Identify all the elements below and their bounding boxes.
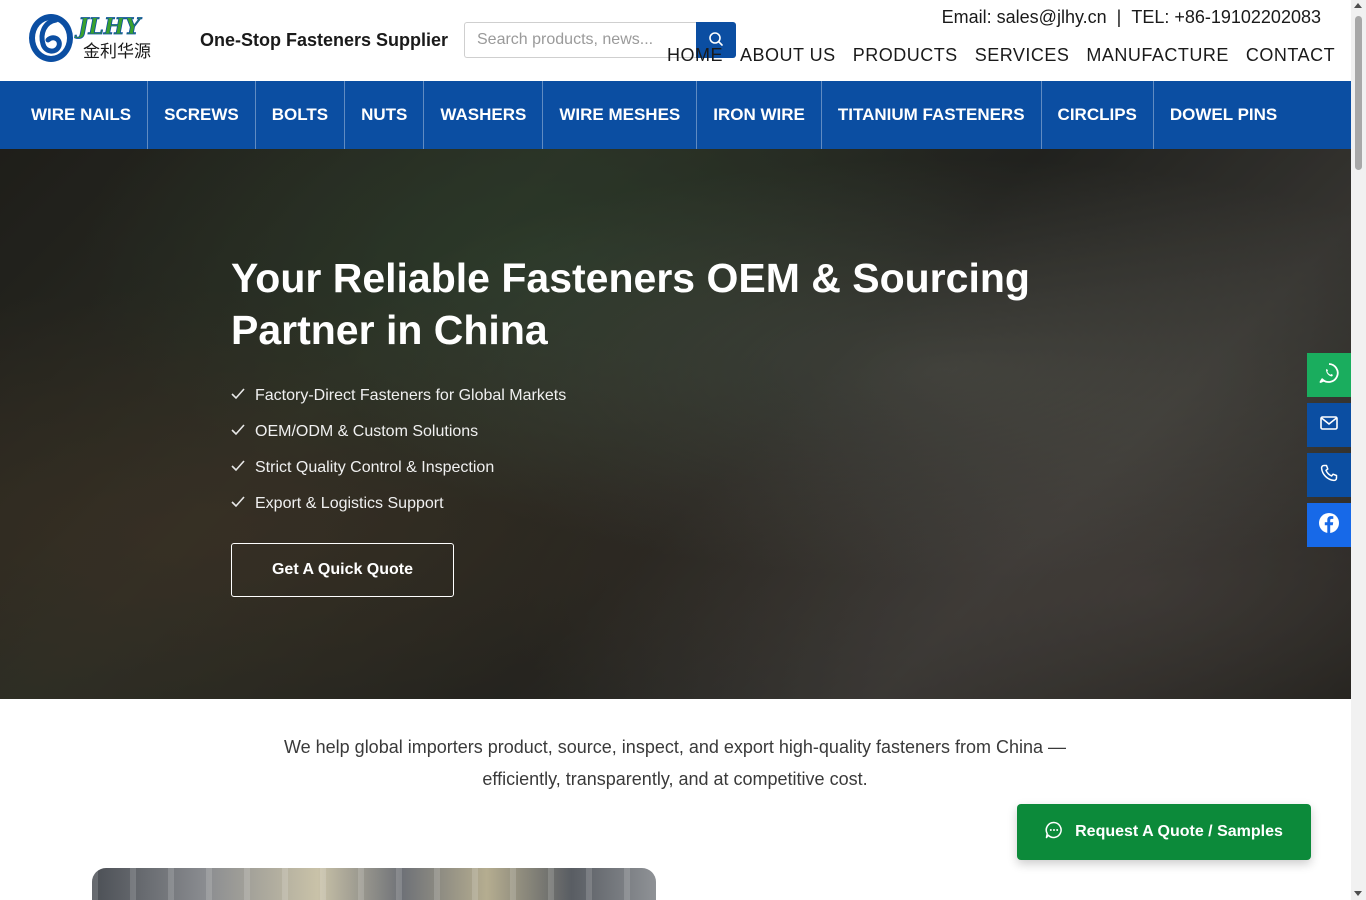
category-titanium-fasteners[interactable]: TITANIUM FASTENERS	[822, 81, 1042, 149]
hero-feature-text: Export & Logistics Support	[255, 495, 444, 512]
hero-feature-text: Factory-Direct Fasteners for Global Mark…	[255, 387, 567, 404]
category-dowel-pins[interactable]: DOWEL PINS	[1154, 81, 1293, 149]
intro-text: We help global importers product, source…	[283, 737, 1067, 789]
hero-title: Your Reliable Fasteners OEM & Sourcing P…	[231, 255, 1030, 353]
check-icon	[231, 423, 255, 441]
hero-overlay	[0, 149, 1351, 699]
nav-manufacture[interactable]: MANUFACTURE	[1086, 45, 1229, 66]
nav-contact[interactable]: CONTACT	[1246, 45, 1335, 66]
request-quote-label: Request A Quote / Samples	[1075, 823, 1283, 840]
hero-feature-item: OEM/ODM & Custom Solutions	[231, 414, 566, 450]
quick-quote-button[interactable]: Get A Quick Quote	[231, 543, 454, 597]
facebook-icon	[1318, 512, 1340, 539]
factory-preview-image	[92, 868, 656, 900]
hero-feature-item: Export & Logistics Support	[231, 486, 566, 522]
scroll-up-arrow[interactable]	[1354, 3, 1362, 8]
nav-home[interactable]: HOME	[667, 45, 723, 66]
site-header: JLHY 金利华源 One-Stop Fasteners Supplier Em…	[0, 0, 1351, 81]
whatsapp-icon	[1318, 362, 1340, 389]
check-icon	[231, 387, 255, 405]
nav-services[interactable]: SERVICES	[975, 45, 1070, 66]
check-icon	[231, 495, 255, 513]
scroll-thumb[interactable]	[1355, 16, 1362, 170]
page-scrollbar[interactable]	[1351, 0, 1366, 900]
email-button[interactable]	[1307, 403, 1351, 447]
svg-text:JLHY: JLHY	[74, 14, 143, 40]
chat-icon	[1045, 821, 1075, 844]
hero-feature-list: Factory-Direct Fasteners for Global Mark…	[231, 378, 566, 522]
category-washers[interactable]: WASHERS	[424, 81, 544, 149]
top-navigation: HOME ABOUT US PRODUCTS SERVICES MANUFACT…	[667, 45, 1335, 66]
hero-feature-item: Factory-Direct Fasteners for Global Mark…	[231, 378, 566, 414]
nav-products[interactable]: PRODUCTS	[853, 45, 958, 66]
request-quote-button[interactable]: Request A Quote / Samples	[1017, 804, 1311, 860]
facebook-button[interactable]	[1307, 503, 1351, 547]
site-tagline: One-Stop Fasteners Supplier	[200, 30, 449, 50]
category-wire-meshes[interactable]: WIRE MESHES	[543, 81, 698, 149]
hero-feature-text: OEM/ODM & Custom Solutions	[255, 423, 479, 440]
category-iron-wire[interactable]: IRON WIRE	[697, 81, 822, 149]
category-bar: WIRE NAILS SCREWS BOLTS NUTS WASHERS WIR…	[0, 81, 1351, 149]
nav-about-us[interactable]: ABOUT US	[740, 45, 836, 66]
hero-feature-text: Strict Quality Control & Inspection	[255, 459, 495, 476]
contact-tel[interactable]: TEL: +86-19102202083	[1131, 7, 1321, 27]
phone-button[interactable]	[1307, 453, 1351, 497]
category-wire-nails[interactable]: WIRE NAILS	[0, 81, 149, 149]
svg-text:金利华源: 金利华源	[83, 42, 151, 62]
check-icon	[231, 459, 255, 477]
hero-feature-item: Strict Quality Control & Inspection	[231, 450, 566, 486]
site-logo[interactable]: JLHY 金利华源	[26, 12, 172, 64]
category-bolts[interactable]: BOLTS	[256, 81, 346, 149]
category-circlips[interactable]: CIRCLIPS	[1042, 81, 1154, 149]
category-screws[interactable]: SCREWS	[148, 81, 256, 149]
contact-separator: |	[1116, 7, 1122, 27]
phone-icon	[1320, 464, 1338, 487]
category-nuts[interactable]: NUTS	[345, 81, 425, 149]
whatsapp-button[interactable]	[1307, 353, 1351, 397]
hero-banner: Your Reliable Fasteners OEM & Sourcing P…	[0, 149, 1351, 699]
contact-email[interactable]: Email: sales@jlhy.cn	[942, 7, 1107, 27]
scroll-down-arrow[interactable]	[1354, 891, 1362, 896]
mail-icon	[1320, 415, 1338, 435]
search-input[interactable]	[464, 22, 697, 58]
contact-info: Email: sales@jlhy.cn | TEL: +86-1910220208…	[942, 7, 1321, 28]
